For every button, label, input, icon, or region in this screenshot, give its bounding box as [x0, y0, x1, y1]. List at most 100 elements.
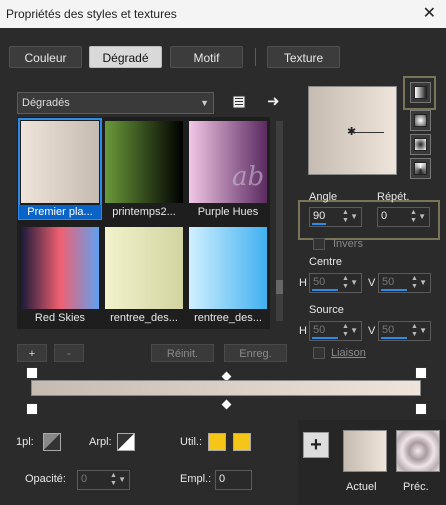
spinner-arrows-icon[interactable]: ▲ ▼ — [411, 323, 418, 339]
gradient-preview[interactable]: ✱ — [308, 86, 397, 175]
center-h-label: H — [299, 277, 307, 289]
center-v-spinner[interactable]: 50 ▲ ▼ ▼ — [378, 273, 431, 293]
repeat-spinner[interactable]: 0 ▲ ▼ ▼ — [377, 207, 430, 227]
gallery-item-label: Premier pla... — [19, 205, 101, 219]
reset-button[interactable]: Réinit. — [151, 344, 214, 362]
use-label: Util.: — [180, 436, 202, 448]
source-v-level-bar — [381, 337, 407, 339]
sunburst-style-icon — [414, 162, 427, 175]
gradient-editor-bar[interactable] — [31, 380, 421, 396]
tab-couleur[interactable]: Couleur — [9, 46, 82, 68]
invert-label: Invers — [333, 238, 363, 250]
scrollbar-grip[interactable] — [276, 280, 283, 294]
repeat-value: 0 — [381, 210, 388, 222]
watermark-logo: ab — [232, 162, 265, 192]
title-bar: Propriétés des styles et textures ✕ — [0, 0, 446, 28]
gallery-item-label: rentree_des... — [194, 312, 262, 324]
rectangular-style-button[interactable] — [410, 110, 431, 131]
source-v-spinner[interactable]: 50 ▲ ▼ ▼ — [378, 321, 431, 341]
background-swatch[interactable] — [117, 433, 135, 451]
previous-label: Préc. — [403, 481, 429, 493]
center-label: Centre — [309, 256, 343, 268]
spinner-arrows-icon[interactable]: ▲ ▼ — [342, 209, 349, 225]
chevron-down-icon[interactable]: ▼ — [418, 212, 426, 221]
opacity-value: 0 — [81, 473, 88, 485]
linear-style-icon — [414, 86, 427, 99]
opacity-stop-right[interactable] — [415, 403, 427, 415]
spinner-arrows-icon[interactable]: ▲ ▼ — [110, 472, 117, 488]
gallery-item[interactable]: rentree_des... — [187, 225, 269, 325]
spinner-arrows-icon[interactable]: ▲ ▼ — [342, 275, 349, 291]
remove-gradient-button[interactable]: - — [54, 344, 84, 362]
midpoint-diamond-bottom[interactable] — [221, 399, 232, 410]
current-swatch[interactable] — [343, 430, 387, 472]
current-label: Actuel — [346, 481, 377, 493]
color-stop-top-right[interactable] — [415, 367, 427, 379]
save-button[interactable]: Enreg. — [224, 344, 287, 362]
angle-label: Angle — [309, 191, 338, 203]
use-color-swatch[interactable] — [208, 433, 226, 451]
first-plan-swatch[interactable] — [43, 433, 61, 451]
source-h-spinner[interactable]: 50 ▲ ▼ ▼ — [309, 321, 362, 341]
repeat-label: Répét. — [377, 191, 410, 203]
source-h-value: 50 — [313, 324, 326, 336]
opacity-stop-left[interactable] — [26, 403, 38, 415]
invert-checkbox[interactable] — [313, 238, 325, 250]
chevron-down-icon[interactable]: ▼ — [350, 326, 358, 335]
position-value: 0 — [219, 473, 226, 485]
add-to-gallery-button[interactable]: + — [303, 432, 329, 458]
tab-separator — [255, 48, 256, 66]
category-select[interactable]: Dégradés ▼ — [17, 92, 214, 114]
gallery-item-label: rentree_des... — [110, 312, 178, 324]
angle-level-bar — [312, 223, 327, 225]
gallery-item-label: printemps2... — [112, 206, 176, 218]
gallery-item-label: Red Skies — [34, 312, 86, 324]
chevron-down-icon[interactable]: ▼ — [419, 278, 427, 287]
tab-motif[interactable]: Motif — [170, 46, 243, 68]
link-checkbox[interactable] — [313, 347, 325, 359]
gallery-scrollbar[interactable] — [275, 117, 284, 329]
linear-style-button[interactable] — [410, 82, 431, 103]
tab-degrade[interactable]: Dégradé — [89, 46, 162, 68]
center-v-level-bar — [381, 289, 407, 291]
chevron-down-icon[interactable]: ▼ — [419, 326, 427, 335]
spinner-arrows-icon[interactable]: ▲ ▼ — [410, 209, 417, 225]
link-label: Liaison — [331, 347, 366, 359]
chevron-down-icon[interactable]: ▼ — [350, 212, 358, 221]
opacity-spinner[interactable]: 0 ▲ ▼ ▼ — [77, 470, 130, 490]
position-input[interactable]: 0 — [215, 470, 252, 490]
angle-spinner[interactable]: 90 ▲ ▼ ▼ — [309, 207, 362, 227]
add-gradient-button[interactable]: + — [17, 344, 47, 362]
position-label: Empl.: — [180, 473, 212, 485]
gradient-swatch — [105, 227, 183, 309]
use-color-swatch[interactable] — [233, 433, 251, 451]
center-crosshair-icon[interactable]: ✱ — [347, 125, 356, 138]
gallery-item[interactable]: Premier pla... — [18, 118, 102, 220]
gallery-item[interactable]: printemps2... — [103, 119, 185, 219]
center-v-value: 50 — [382, 276, 395, 288]
angle-value: 90 — [313, 210, 326, 222]
radial-style-icon — [414, 138, 427, 151]
source-label: Source — [309, 304, 344, 316]
gradient-swatch — [21, 227, 99, 309]
source-h-level-bar — [312, 337, 338, 339]
previous-swatch[interactable] — [396, 430, 440, 472]
spinner-arrows-icon[interactable]: ▲ ▼ — [342, 323, 349, 339]
browse-icon[interactable] — [231, 94, 247, 110]
tab-texture[interactable]: Texture — [267, 46, 340, 68]
center-h-spinner[interactable]: 50 ▲ ▼ ▼ — [309, 273, 362, 293]
chevron-down-icon[interactable]: ▼ — [118, 475, 126, 484]
gallery-item[interactable]: Red Skies — [19, 225, 101, 325]
chevron-down-icon[interactable]: ▼ — [350, 278, 358, 287]
first-plan-label: 1pl: — [16, 436, 34, 448]
arrow-right-icon[interactable]: ➜ — [267, 92, 283, 110]
radial-style-button[interactable] — [410, 134, 431, 155]
sunburst-style-button[interactable] — [410, 158, 431, 179]
spinner-arrows-icon[interactable]: ▲ ▼ — [411, 275, 418, 291]
gallery-item[interactable]: rentree_des... — [103, 225, 185, 325]
window-title: Propriétés des styles et textures — [6, 7, 177, 21]
opacity-label: Opacité: — [25, 473, 66, 485]
gradient-swatch — [21, 121, 99, 203]
color-stop-top-left[interactable] — [26, 367, 38, 379]
close-icon[interactable]: ✕ — [423, 0, 436, 28]
